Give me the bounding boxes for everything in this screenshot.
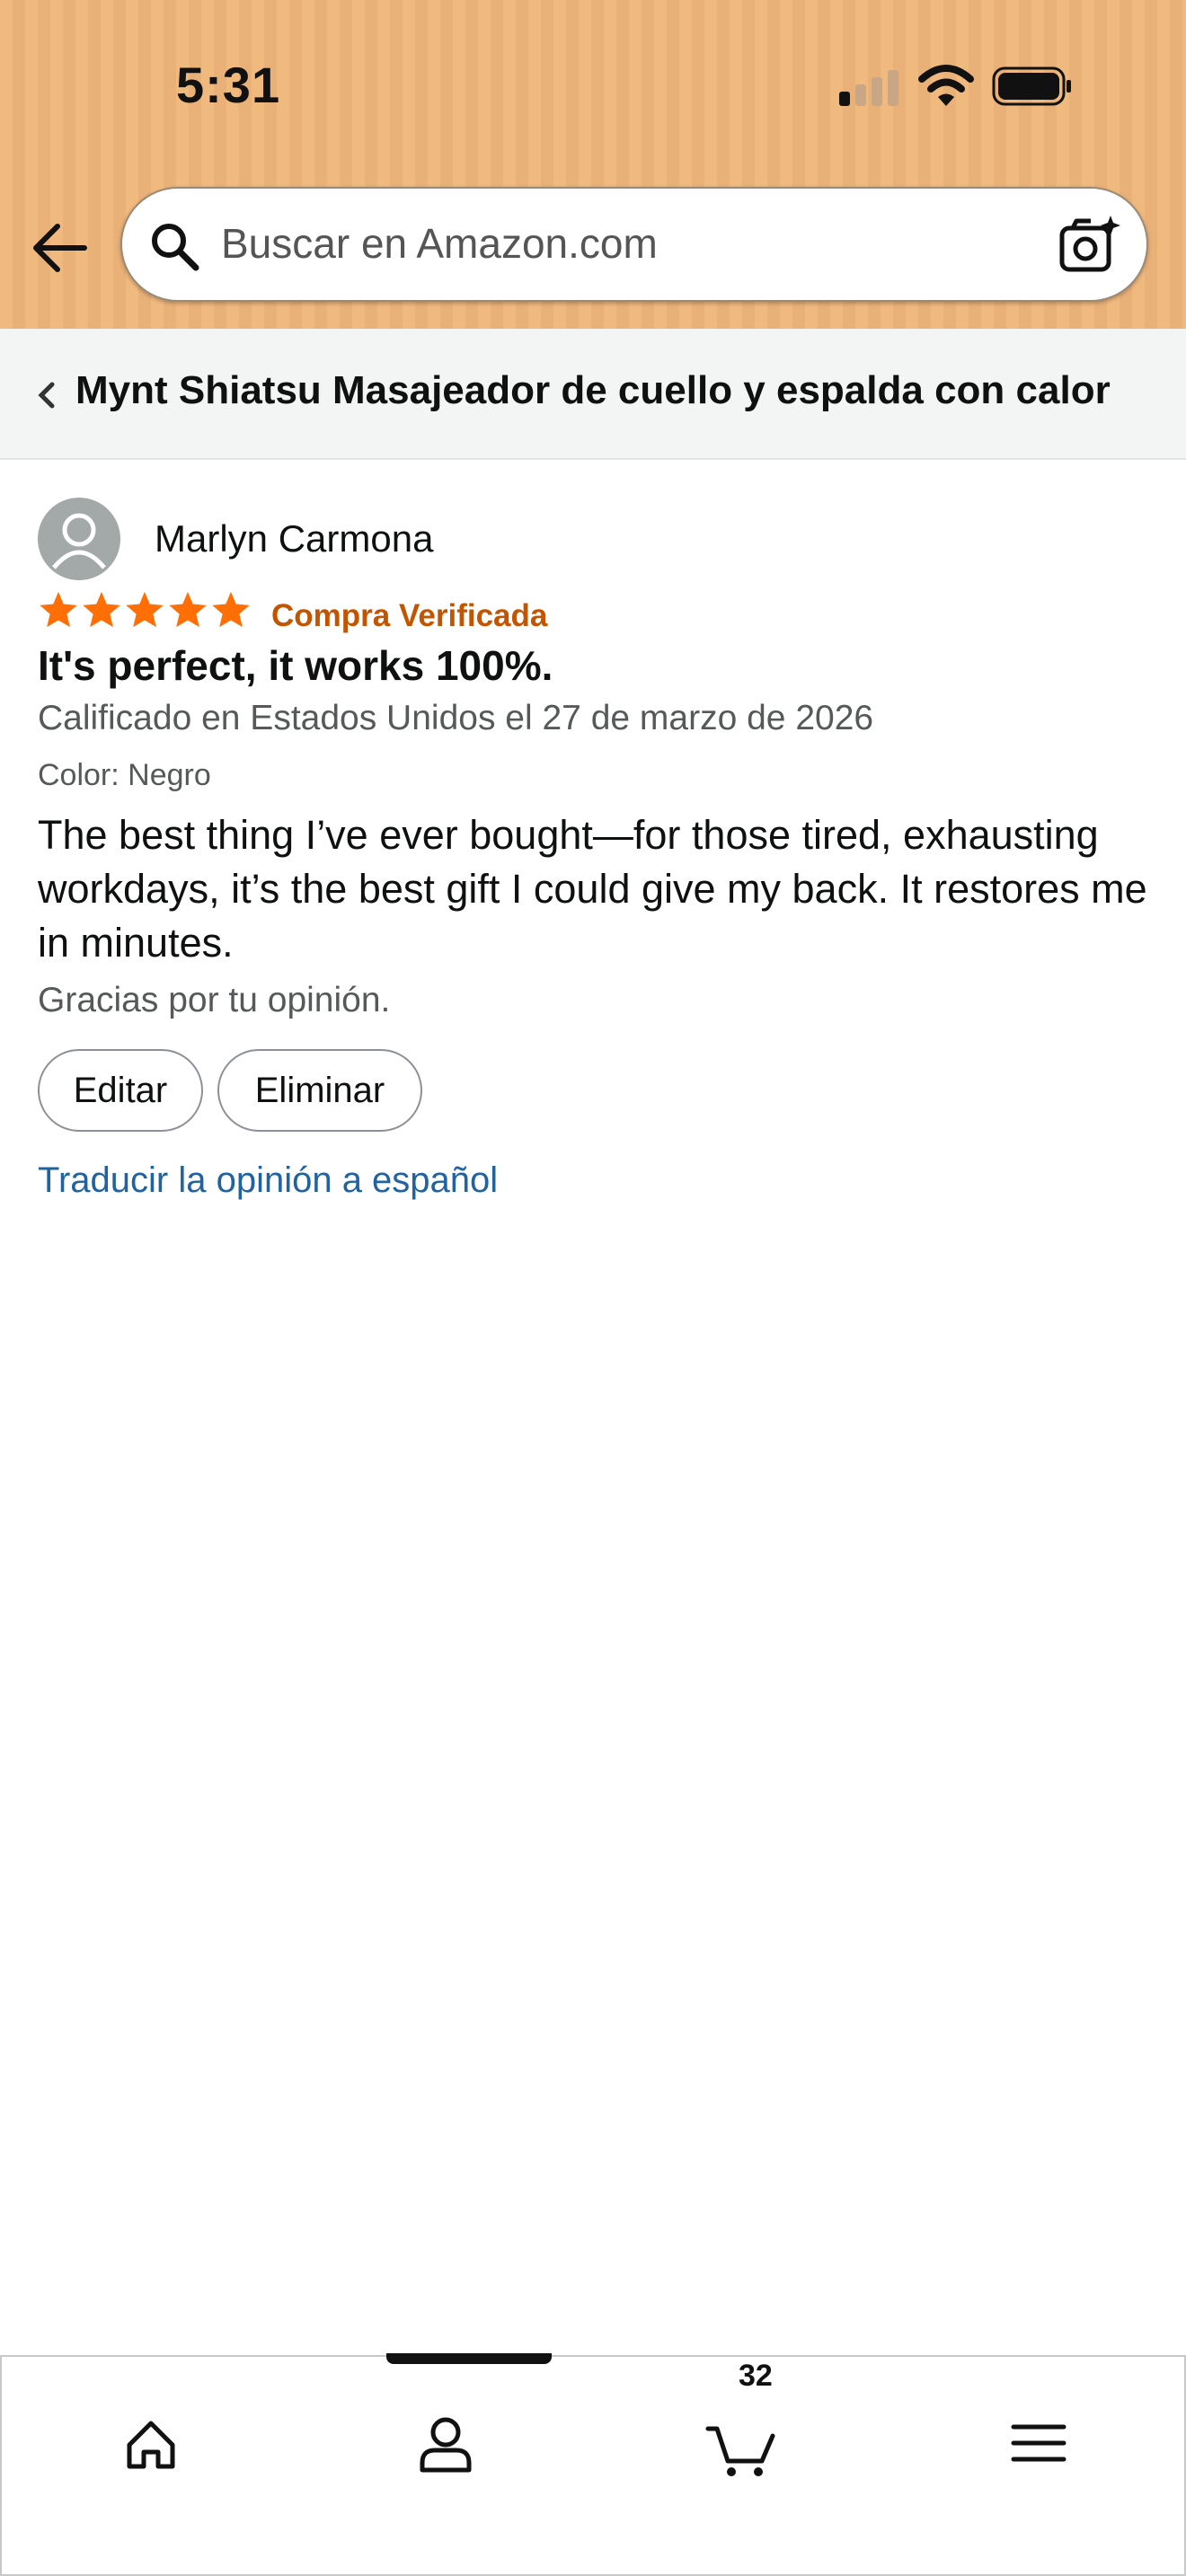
avatar bbox=[38, 498, 120, 580]
star-icon bbox=[83, 591, 120, 628]
header: 5:31 Buscar en Amazon.com bbox=[0, 0, 1186, 329]
edit-button[interactable]: Editar bbox=[38, 1049, 203, 1132]
review-title: It's perfect, it works 100%. bbox=[38, 642, 553, 689]
search-placeholder: Buscar en Amazon.com bbox=[221, 220, 658, 267]
review-body: The best thing I’ve ever bought—for thos… bbox=[38, 812, 1147, 966]
user-avatar-icon bbox=[52, 513, 106, 569]
product-title[interactable]: Mynt Shiatsu Masajeador de cuello y espa… bbox=[75, 368, 1154, 413]
translate-review-link[interactable]: Traducir la opinión a español bbox=[38, 1160, 498, 1201]
search-input[interactable]: Buscar en Amazon.com bbox=[120, 187, 1148, 302]
chevron-left-icon bbox=[38, 382, 55, 409]
account-icon[interactable] bbox=[401, 2398, 491, 2488]
review-variant: Color: Negro bbox=[38, 758, 211, 792]
breadcrumb[interactable]: Mynt Shiatsu Masajeador de cuello y espa… bbox=[0, 329, 1186, 460]
delete-button[interactable]: Eliminar bbox=[217, 1049, 422, 1132]
star-rating bbox=[38, 589, 253, 632]
menu-icon[interactable] bbox=[994, 2398, 1084, 2488]
cart-icon[interactable] bbox=[697, 2398, 787, 2488]
cart-count-badge: 32 bbox=[739, 2359, 773, 2393]
star-icon bbox=[169, 591, 207, 628]
review-date: Calificado en Estados Unidos el 27 de ma… bbox=[38, 699, 874, 737]
status-time: 5:31 bbox=[176, 57, 281, 113]
active-tab-indicator bbox=[386, 2353, 552, 2364]
verified-purchase-badge: Compra Verificada bbox=[271, 598, 548, 633]
reviewer-name: Marlyn Carmona bbox=[155, 517, 434, 560]
star-icon bbox=[40, 591, 77, 628]
star-icon bbox=[212, 591, 250, 628]
camera-search-icon[interactable] bbox=[1057, 214, 1121, 278]
home-icon[interactable] bbox=[106, 2398, 196, 2488]
thanks-message: Gracias por tu opinión. bbox=[38, 981, 391, 1019]
search-icon bbox=[152, 224, 199, 271]
wifi-icon bbox=[918, 65, 974, 106]
star-icon bbox=[126, 591, 164, 628]
battery-icon bbox=[992, 66, 1071, 106]
bottom-nav bbox=[0, 2353, 1186, 2576]
cellular-signal-icon bbox=[839, 68, 900, 106]
back-arrow-icon[interactable] bbox=[31, 216, 88, 280]
